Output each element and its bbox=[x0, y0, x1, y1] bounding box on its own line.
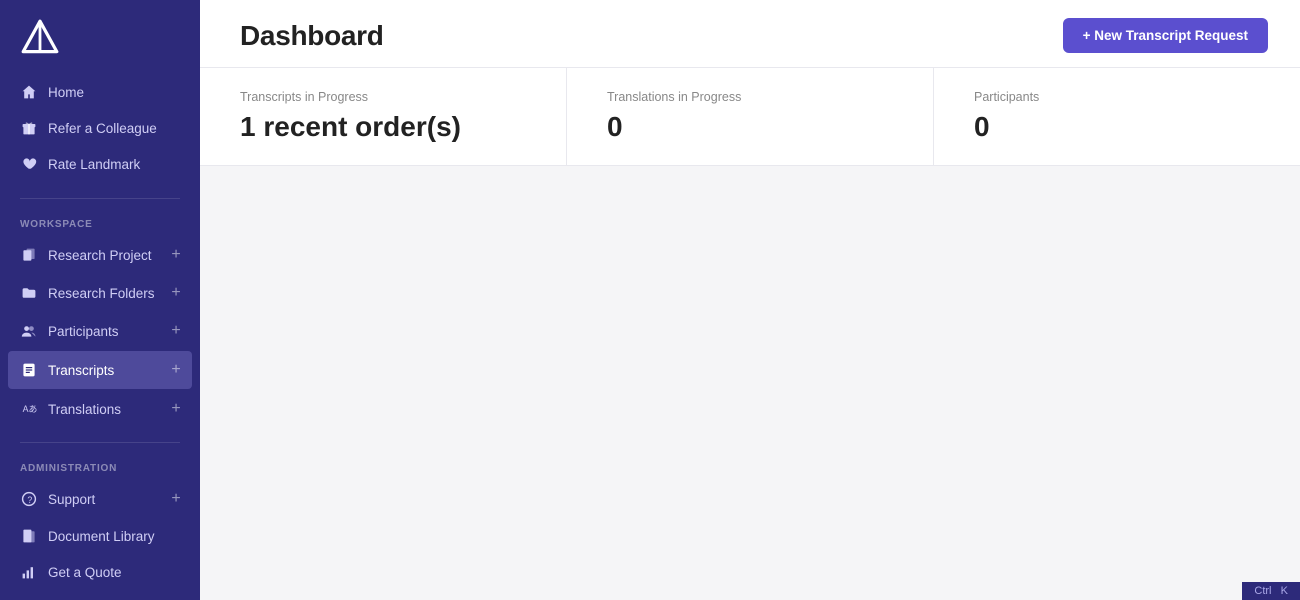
sidebar-item-document-library-label: Document Library bbox=[48, 529, 155, 544]
sidebar-item-home[interactable]: Home bbox=[0, 74, 200, 110]
admin-section-label: ADMINISTRATION bbox=[0, 447, 200, 480]
support-icon: ? bbox=[20, 490, 38, 508]
sidebar: Home Refer a Colleague Rate Landmark WOR… bbox=[0, 0, 200, 600]
heart-icon bbox=[20, 155, 38, 173]
workspace-section-label: WORKSPACE bbox=[0, 203, 200, 236]
main-body bbox=[200, 166, 1300, 600]
sidebar-item-participants[interactable]: Participants + bbox=[0, 312, 200, 350]
sidebar-item-get-a-quote-label: Get a Quote bbox=[48, 565, 122, 580]
participants-add-icon[interactable]: + bbox=[166, 321, 186, 341]
sidebar-item-refer-label: Refer a Colleague bbox=[48, 121, 157, 136]
participants-icon bbox=[20, 322, 38, 340]
stats-row: Transcripts in Progress 1 recent order(s… bbox=[200, 68, 1300, 166]
nav-top: Home Refer a Colleague Rate Landmark bbox=[0, 74, 200, 194]
sidebar-item-support-label: Support bbox=[48, 492, 95, 507]
stat-card-translations: Translations in Progress 0 bbox=[567, 68, 934, 165]
sidebar-item-translations-label: Translations bbox=[48, 402, 121, 417]
sidebar-item-refer[interactable]: Refer a Colleague bbox=[0, 110, 200, 146]
stat-value-transcripts: 1 recent order(s) bbox=[240, 112, 526, 143]
transcripts-icon bbox=[20, 361, 38, 379]
stat-label-participants: Participants bbox=[974, 90, 1260, 104]
sidebar-item-get-a-quote[interactable]: Get a Quote bbox=[0, 554, 200, 590]
main-header: Dashboard + New Transcript Request bbox=[200, 0, 1300, 68]
bottom-bar: Ctrl K bbox=[1242, 582, 1300, 600]
main-content: Dashboard + New Transcript Request Trans… bbox=[200, 0, 1300, 600]
home-icon bbox=[20, 83, 38, 101]
sidebar-item-support[interactable]: ? Support + bbox=[0, 480, 200, 518]
translations-icon: Aあ bbox=[20, 400, 38, 418]
sidebar-item-transcripts[interactable]: Transcripts + bbox=[8, 351, 192, 389]
research-folders-icon bbox=[20, 284, 38, 302]
sidebar-item-participants-label: Participants bbox=[48, 324, 119, 339]
keyboard-shortcut-hint: Ctrl K bbox=[1254, 585, 1288, 597]
research-project-icon bbox=[20, 246, 38, 264]
sidebar-item-rate[interactable]: Rate Landmark bbox=[0, 146, 200, 182]
logo-area bbox=[0, 0, 200, 74]
gift-icon bbox=[20, 119, 38, 137]
sidebar-item-research-folders[interactable]: Research Folders + bbox=[0, 274, 200, 312]
research-project-add-icon[interactable]: + bbox=[166, 245, 186, 265]
new-transcript-request-button[interactable]: + New Transcript Request bbox=[1063, 18, 1268, 53]
kbd-ctrl: Ctrl bbox=[1254, 585, 1271, 597]
transcripts-add-icon[interactable]: + bbox=[166, 360, 186, 380]
sidebar-item-transcripts-label: Transcripts bbox=[48, 363, 114, 378]
admin-divider bbox=[20, 442, 180, 443]
sidebar-item-document-library[interactable]: Document Library bbox=[0, 518, 200, 554]
svg-text:?: ? bbox=[27, 495, 32, 505]
stat-card-transcripts: Transcripts in Progress 1 recent order(s… bbox=[200, 68, 567, 165]
sidebar-item-research-folders-label: Research Folders bbox=[48, 286, 155, 301]
support-add-icon[interactable]: + bbox=[166, 489, 186, 509]
stat-label-transcripts: Transcripts in Progress bbox=[240, 90, 526, 104]
app-logo bbox=[20, 18, 60, 58]
page-title: Dashboard bbox=[240, 20, 384, 52]
sidebar-item-home-label: Home bbox=[48, 85, 84, 100]
stat-card-participants: Participants 0 bbox=[934, 68, 1300, 165]
sidebar-item-research-project-label: Research Project bbox=[48, 248, 152, 263]
get-a-quote-icon bbox=[20, 563, 38, 581]
svg-text:Aあ: Aあ bbox=[23, 404, 37, 414]
kbd-k: K bbox=[1281, 585, 1288, 597]
research-folders-add-icon[interactable]: + bbox=[166, 283, 186, 303]
sidebar-item-rate-label: Rate Landmark bbox=[48, 157, 140, 172]
stat-value-participants: 0 bbox=[974, 112, 1260, 143]
document-library-icon bbox=[20, 527, 38, 545]
stat-label-translations: Translations in Progress bbox=[607, 90, 893, 104]
sidebar-item-research-project[interactable]: Research Project + bbox=[0, 236, 200, 274]
translations-add-icon[interactable]: + bbox=[166, 399, 186, 419]
stat-value-translations: 0 bbox=[607, 112, 893, 143]
sidebar-item-translations[interactable]: Aあ Translations + bbox=[0, 390, 200, 428]
workspace-divider bbox=[20, 198, 180, 199]
